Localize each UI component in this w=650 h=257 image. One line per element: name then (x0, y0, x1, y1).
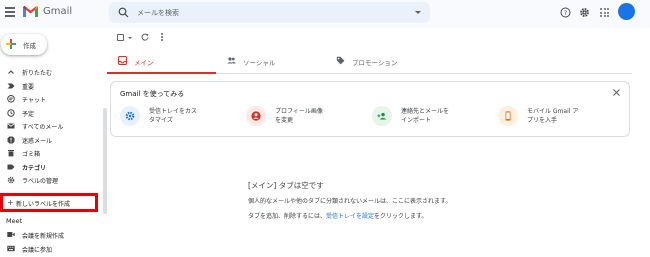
trash-icon (8, 150, 14, 157)
compose-plus-icon (6, 39, 16, 49)
account-avatar[interactable] (618, 3, 635, 20)
search-bar[interactable] (109, 2, 430, 23)
people-icon (227, 57, 236, 64)
sidebar-nav: 折りたたむ 重要 チャット 予定 すべてのメール 迷惑メール ゴミ箱 カテゴリ (0, 65, 105, 187)
label-icon (7, 164, 15, 169)
sidebar-item-manage-labels[interactable]: ラベルの管理 (0, 173, 105, 187)
step-icon-circle (120, 106, 140, 126)
sidebar-item-collapse[interactable]: 折りたたむ (0, 65, 105, 79)
search-options-icon[interactable] (415, 11, 421, 14)
tag-icon (336, 56, 345, 65)
step-get-mobile-app[interactable]: モバイル Gmail ア プリを入手 (498, 105, 623, 129)
step-icon-circle (372, 106, 392, 126)
refresh-icon[interactable] (141, 33, 149, 41)
spam-icon (7, 136, 15, 143)
keyboard-icon (7, 245, 15, 252)
new-meeting-button[interactable]: 会議を新規作成 (0, 229, 105, 241)
all-mail-icon (7, 123, 15, 129)
chat-icon (7, 95, 15, 103)
brand-name: Gmail (43, 6, 73, 17)
tab-primary[interactable]: メイン (107, 49, 216, 74)
account-icon (251, 111, 261, 121)
person-add-icon (377, 112, 387, 120)
compose-label: 作成 (23, 42, 36, 50)
video-icon (7, 232, 15, 237)
search-icon[interactable] (118, 7, 129, 18)
sidebar-item-all-mail[interactable]: すべてのメール (0, 119, 105, 133)
chevron-up-icon (8, 70, 14, 74)
gear-icon (125, 111, 135, 121)
empty-state-title: [メイン] タブは空です (248, 181, 324, 190)
important-icon (7, 83, 15, 88)
gmail-app: Gmail ? 作成 (0, 0, 650, 257)
phone-icon (505, 111, 511, 121)
empty-state-description: 個人的なメールや他のタブに分類されないメールは、ここに表示されます。 (248, 198, 452, 205)
select-dropdown-icon[interactable] (128, 37, 132, 39)
empty-state-add-tabs: タブを追加、削除するには、受信トレイを設定をクリックします。 (248, 213, 428, 220)
sidebar-scrollbar[interactable] (103, 108, 107, 214)
sidebar-item-scheduled[interactable]: 予定 (0, 106, 105, 120)
settings-gear-icon[interactable] (579, 7, 590, 18)
sidebar-item-trash[interactable]: ゴミ箱 (0, 146, 105, 160)
gear-icon (7, 176, 15, 184)
close-icon[interactable] (613, 89, 620, 96)
top-bar: Gmail ? (0, 0, 650, 28)
search-input[interactable] (137, 5, 397, 20)
tab-social[interactable]: ソーシャル (216, 49, 325, 73)
svg-text:?: ? (564, 9, 567, 17)
more-vert-icon[interactable] (161, 33, 164, 42)
step-customize-inbox[interactable]: 受信トレイをカス タマイズ (120, 105, 245, 129)
plus-icon: + (7, 198, 14, 207)
compose-button[interactable]: 作成 (1, 34, 47, 55)
help-icon[interactable]: ? (560, 7, 571, 18)
select-all-checkbox[interactable] (117, 34, 124, 41)
inbox-icon (118, 56, 127, 65)
google-apps-icon[interactable] (600, 8, 609, 17)
sidebar-item-chat[interactable]: チャット (0, 92, 105, 106)
card-title: Gmail を使ってみる (120, 90, 185, 98)
step-import-contacts[interactable]: 連絡先とメールを インポート (372, 105, 497, 129)
meet-heading: Meet (6, 217, 23, 225)
gmail-logo-icon[interactable] (22, 5, 39, 18)
hamburger-menu-icon[interactable] (5, 7, 15, 17)
category-tabs: メイン ソーシャル プロモーション (107, 49, 632, 74)
sidebar-item-categories[interactable]: カテゴリ (0, 160, 105, 174)
create-label-text: 新しいラベルを作成 (16, 201, 71, 208)
getting-started-card: Gmail を使ってみる 受信トレイをカス タマイズ プロフィール画像 を変更 … (110, 81, 630, 137)
step-change-profile-image[interactable]: プロフィール画像 を変更 (246, 105, 371, 129)
step-icon-circle (246, 106, 266, 126)
inbox-settings-link[interactable]: 受信トレイを設定 (326, 213, 374, 220)
tab-promotions[interactable]: プロモーション (325, 49, 434, 73)
scheduled-icon (7, 108, 15, 117)
join-meeting-button[interactable]: 会議に参加 (0, 243, 105, 255)
sidebar-item-important[interactable]: 重要 (0, 79, 105, 93)
step-icon-circle (498, 106, 518, 126)
create-label-button[interactable]: + 新しいラベルを作成 (0, 193, 98, 212)
sidebar-item-spam[interactable]: 迷惑メール (0, 133, 105, 147)
